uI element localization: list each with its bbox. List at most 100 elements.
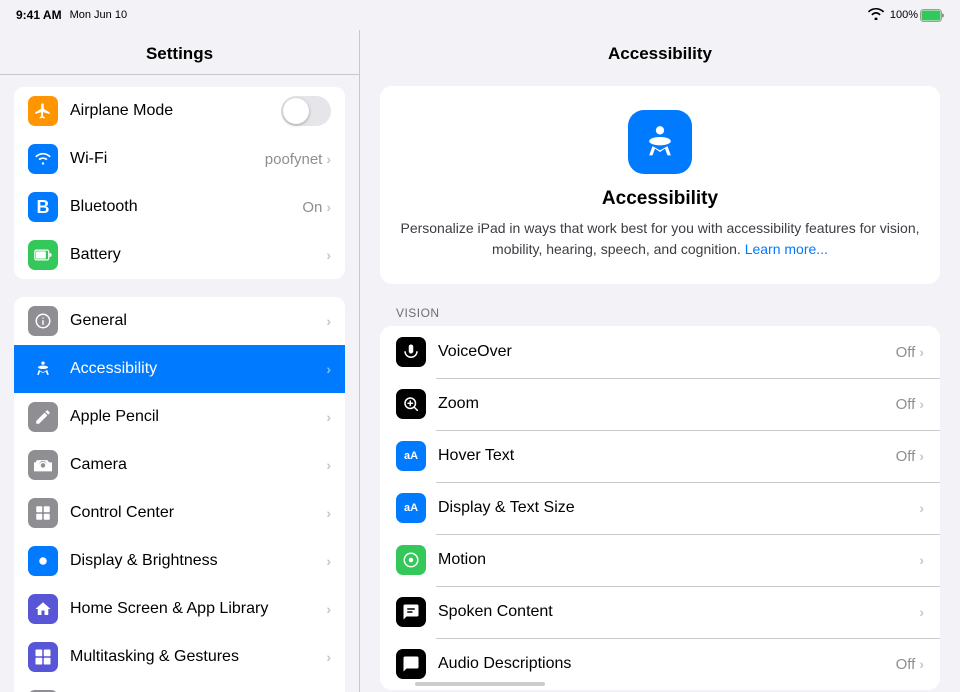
audiodesc-value: Off bbox=[896, 656, 916, 673]
displaytextsize-row[interactable]: aA Display & Text Size › bbox=[380, 482, 940, 534]
voiceover-chevron: › bbox=[919, 344, 924, 360]
displaytextsize-chevron: › bbox=[919, 500, 924, 516]
zoom-chevron: › bbox=[919, 396, 924, 412]
sidebar-list: Airplane Mode Wi-Fi poofynet › bbox=[0, 75, 359, 692]
voiceover-value: Off bbox=[896, 344, 916, 361]
hero-icon bbox=[628, 110, 692, 174]
sidebar-item-label-wifi: Wi-Fi bbox=[70, 150, 265, 168]
battery-sidebar-icon bbox=[28, 240, 58, 270]
spokencontent-chevron: › bbox=[919, 604, 924, 620]
sidebar-item-label-bluetooth: Bluetooth bbox=[70, 198, 302, 216]
audiodesc-label: Audio Descriptions bbox=[438, 655, 896, 673]
status-icons: 100% bbox=[868, 8, 944, 23]
right-content: Accessibility Personalize iPad in ways t… bbox=[360, 74, 960, 692]
homescreen-icon bbox=[28, 594, 58, 624]
sidebar-item-bluetooth[interactable]: B Bluetooth On › bbox=[14, 183, 345, 231]
battery-percent: 100% bbox=[890, 9, 918, 21]
sidebar-item-label-multitasking: Multitasking & Gestures bbox=[70, 648, 326, 666]
spokencontent-label: Spoken Content bbox=[438, 603, 915, 621]
status-bar: 9:41 AM Mon Jun 10 100% bbox=[0, 0, 960, 30]
hovertext-icon: aA bbox=[396, 441, 426, 471]
main-container: Settings Airplane Mode bbox=[0, 30, 960, 692]
right-panel: Accessibility Accessibility Personalize … bbox=[360, 30, 960, 692]
display-chevron: › bbox=[326, 553, 331, 569]
airplane-icon bbox=[28, 96, 58, 126]
sidebar-item-label-homescreen: Home Screen & App Library bbox=[70, 600, 326, 618]
status-time: 9:41 AM bbox=[16, 8, 62, 22]
applepencil-chevron: › bbox=[326, 409, 331, 425]
sidebar-item-multitasking[interactable]: Multitasking & Gestures › bbox=[14, 633, 345, 681]
learn-more-link[interactable]: Learn more... bbox=[745, 241, 828, 257]
camera-icon bbox=[28, 450, 58, 480]
sidebar-item-wifi[interactable]: Wi-Fi poofynet › bbox=[14, 135, 345, 183]
zoom-label: Zoom bbox=[438, 395, 896, 413]
controlcenter-icon bbox=[28, 498, 58, 528]
wifi-chevron: › bbox=[326, 151, 331, 167]
sidebar-item-general[interactable]: General › bbox=[14, 297, 345, 345]
battery-chevron: › bbox=[326, 247, 331, 263]
sidebar-item-search[interactable]: Search › bbox=[14, 681, 345, 692]
multitasking-icon bbox=[28, 642, 58, 672]
sidebar-item-battery[interactable]: Battery › bbox=[14, 231, 345, 279]
accessibility-chevron: › bbox=[326, 361, 331, 377]
audiodesc-chevron: › bbox=[919, 656, 924, 672]
sidebar-section-system: General › Accessibility › bbox=[14, 297, 345, 692]
hovertext-label: Hover Text bbox=[438, 447, 896, 465]
general-icon bbox=[28, 306, 58, 336]
sidebar-item-label-accessibility: Accessibility bbox=[70, 360, 326, 378]
hero-desc: Personalize iPad in ways that work best … bbox=[400, 218, 920, 260]
hero-card: Accessibility Personalize iPad in ways t… bbox=[380, 86, 940, 284]
vision-section-list: VoiceOver Off › Zoom O bbox=[380, 326, 940, 690]
status-date: Mon Jun 10 bbox=[70, 9, 127, 21]
vision-section-header: VISION bbox=[380, 306, 940, 320]
sidebar-item-label-display: Display & Brightness bbox=[70, 552, 326, 570]
motion-icon bbox=[396, 545, 426, 575]
sidebar-item-camera[interactable]: Camera › bbox=[14, 441, 345, 489]
sidebar-item-controlcenter[interactable]: Control Center › bbox=[14, 489, 345, 537]
sidebar: Settings Airplane Mode bbox=[0, 30, 360, 692]
sidebar-item-label-airplane: Airplane Mode bbox=[70, 102, 281, 120]
voiceover-icon bbox=[396, 337, 426, 367]
homescreen-chevron: › bbox=[326, 601, 331, 617]
bluetooth-icon: B bbox=[28, 192, 58, 222]
displaytextsize-icon: aA bbox=[396, 493, 426, 523]
spokencontent-row[interactable]: Spoken Content › bbox=[380, 586, 940, 638]
camera-chevron: › bbox=[326, 457, 331, 473]
display-icon bbox=[28, 546, 58, 576]
sidebar-bluetooth-value: On bbox=[302, 199, 322, 216]
voiceover-row[interactable]: VoiceOver Off › bbox=[380, 326, 940, 378]
controlcenter-chevron: › bbox=[326, 505, 331, 521]
voiceover-label: VoiceOver bbox=[438, 343, 896, 361]
sidebar-item-label-general: General bbox=[70, 312, 326, 330]
sidebar-item-label-camera: Camera bbox=[70, 456, 326, 474]
zoom-row[interactable]: Zoom Off › bbox=[380, 378, 940, 430]
right-panel-title: Accessibility bbox=[360, 30, 960, 74]
motion-chevron: › bbox=[919, 552, 924, 568]
sidebar-item-accessibility[interactable]: Accessibility › bbox=[14, 345, 345, 393]
sidebar-item-airplane[interactable]: Airplane Mode bbox=[14, 87, 345, 135]
general-chevron: › bbox=[326, 313, 331, 329]
sidebar-item-label-battery: Battery bbox=[70, 246, 326, 264]
sidebar-item-homescreen[interactable]: Home Screen & App Library › bbox=[14, 585, 345, 633]
zoom-value: Off bbox=[896, 396, 916, 413]
hero-desc-text: Personalize iPad in ways that work best … bbox=[400, 220, 919, 257]
sidebar-item-applepencil[interactable]: Apple Pencil › bbox=[14, 393, 345, 441]
hovertext-row[interactable]: aA Hover Text Off › bbox=[380, 430, 940, 482]
wifi-sidebar-icon bbox=[28, 144, 58, 174]
sidebar-item-label-controlcenter: Control Center bbox=[70, 504, 326, 522]
battery-icon: 100% bbox=[890, 9, 944, 22]
sidebar-section-connectivity: Airplane Mode Wi-Fi poofynet › bbox=[14, 87, 345, 279]
applepencil-icon bbox=[28, 402, 58, 432]
motion-label: Motion bbox=[438, 551, 915, 569]
displaytextsize-label: Display & Text Size bbox=[438, 499, 915, 517]
hovertext-value: Off bbox=[896, 448, 916, 465]
hero-title: Accessibility bbox=[400, 188, 920, 210]
bluetooth-chevron: › bbox=[326, 199, 331, 215]
accessibility-sidebar-icon bbox=[28, 354, 58, 384]
sidebar-item-display[interactable]: Display & Brightness › bbox=[14, 537, 345, 585]
airplane-toggle[interactable] bbox=[281, 96, 331, 126]
motion-row[interactable]: Motion › bbox=[380, 534, 940, 586]
zoom-icon bbox=[396, 389, 426, 419]
hovertext-chevron: › bbox=[919, 448, 924, 464]
sidebar-title: Settings bbox=[0, 30, 359, 75]
